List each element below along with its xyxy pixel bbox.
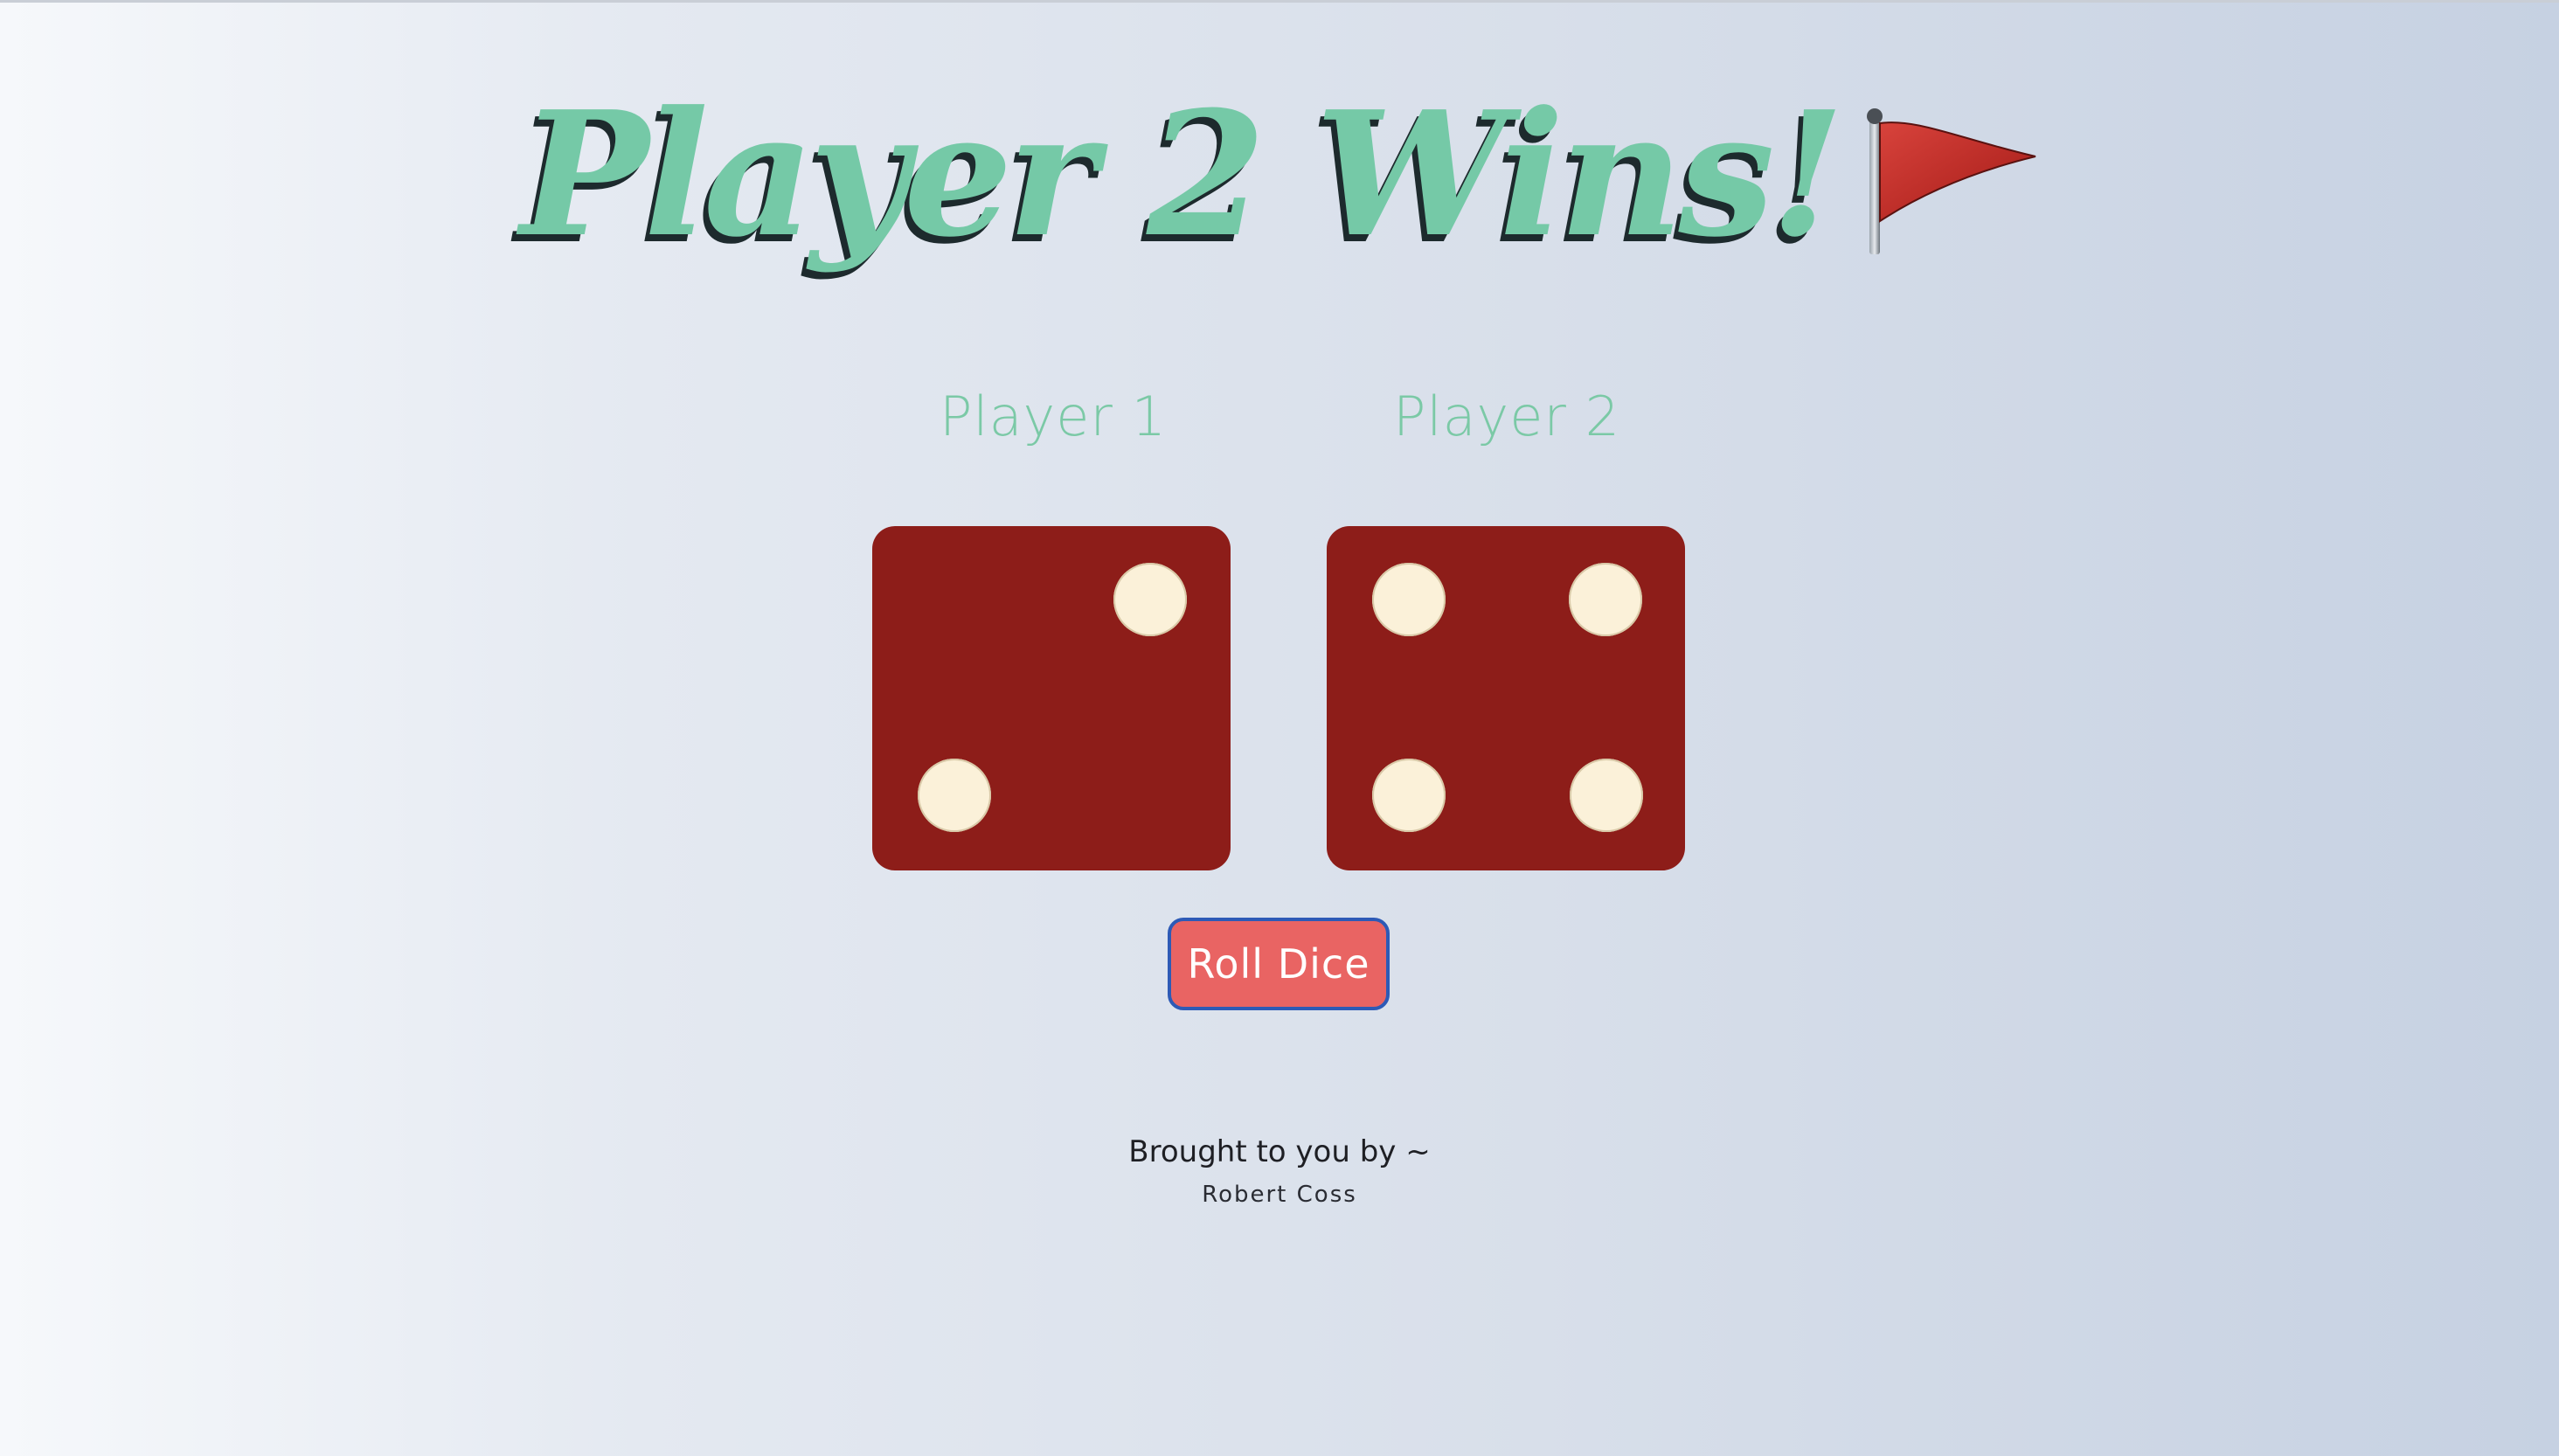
- die-pip: [1372, 759, 1446, 832]
- die-pip: [918, 759, 991, 832]
- winner-banner: Player 2 Wins!: [0, 61, 2559, 288]
- window-top-edge: [0, 0, 2559, 3]
- player-1-die: [872, 526, 1231, 870]
- winner-title: Player 2 Wins!: [520, 74, 1845, 275]
- player-2-die: [1327, 526, 1685, 870]
- footer-author: Robert Coss: [1202, 1182, 1357, 1208]
- die-pip: [1569, 563, 1642, 636]
- red-flag-icon: [1866, 108, 2036, 254]
- die-pip: [1113, 563, 1187, 636]
- player-2-label: Player 2: [1392, 385, 1621, 448]
- footer-byline: Brought to you by ~: [1128, 1134, 1431, 1169]
- die-pip: [1570, 759, 1643, 832]
- player-1-label: Player 1: [939, 385, 1168, 448]
- die-pip: [1372, 563, 1446, 636]
- roll-dice-button[interactable]: Roll Dice: [1168, 918, 1390, 1010]
